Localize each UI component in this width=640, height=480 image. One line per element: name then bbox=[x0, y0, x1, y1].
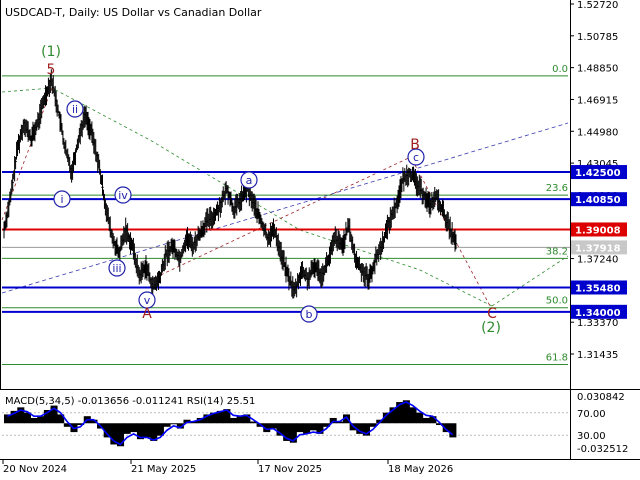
wave-label-i: i bbox=[60, 193, 63, 206]
fib-level-label: 38.2 bbox=[546, 246, 568, 257]
wave-label-1: (1) bbox=[41, 44, 61, 60]
y-tick-label: 1.37240 bbox=[577, 255, 618, 266]
wave-label-5: 5 bbox=[47, 62, 56, 78]
macd-bar bbox=[296, 423, 304, 433]
macd-bar bbox=[449, 423, 457, 438]
x-tick-label: 17 Nov 2025 bbox=[258, 464, 322, 475]
macd-bar bbox=[163, 423, 171, 427]
wave-label-b: b bbox=[306, 308, 313, 321]
y-tick-label: 1.46915 bbox=[577, 95, 618, 106]
price-level-value: 1.37918 bbox=[575, 243, 621, 254]
indicator-tick-label: -0.032512 bbox=[577, 444, 628, 455]
x-tick-label: 20 Nov 2024 bbox=[3, 464, 67, 475]
y-tick-label: 1.33370 bbox=[577, 318, 618, 329]
macd-bar bbox=[37, 416, 45, 424]
macd-bar bbox=[409, 407, 417, 424]
indicator-tick-label: 0.030842 bbox=[577, 392, 625, 403]
macd-bar bbox=[230, 417, 238, 424]
price-level-value: 1.34000 bbox=[575, 308, 621, 319]
macd-bar bbox=[130, 423, 138, 433]
macd-bar bbox=[416, 412, 424, 424]
wave-label-2: (2) bbox=[481, 320, 501, 336]
price-level-value: 1.35480 bbox=[575, 283, 621, 294]
macd-bar bbox=[422, 417, 430, 424]
indicator-tick-label: 70.00 bbox=[577, 409, 606, 420]
macd-bar bbox=[123, 423, 131, 434]
wave-label-A: A bbox=[142, 306, 152, 322]
x-tick-label: 18 May 2026 bbox=[388, 464, 453, 475]
price-level-value: 1.42500 bbox=[575, 168, 621, 179]
fib-level-label: 61.8 bbox=[546, 352, 568, 363]
fib-level-label: 0.0 bbox=[552, 64, 568, 75]
y-tick-label: 1.31435 bbox=[577, 350, 618, 361]
macd-bar bbox=[236, 416, 244, 424]
usdcad-chart[interactable]: 0.023.638.250.061.8 (1)5iii iviiivAabcBC(… bbox=[0, 0, 640, 480]
price-level-value: 1.40850 bbox=[575, 195, 621, 206]
wave-label-B: B bbox=[410, 137, 420, 153]
wave-label-iii: iii bbox=[112, 262, 121, 275]
indicator-label: MACD(5,34,5) -0.013656 -0.011241 RSI(14)… bbox=[5, 396, 255, 407]
wave-label-iv: iv bbox=[118, 189, 128, 202]
y-tick-label: 1.52720 bbox=[577, 0, 618, 11]
chart-background bbox=[0, 0, 640, 480]
fib-level-label: 23.6 bbox=[546, 183, 568, 194]
fib-level-label: 50.0 bbox=[546, 296, 568, 307]
macd-bar bbox=[170, 423, 178, 425]
y-tick-label: 1.48850 bbox=[577, 64, 618, 75]
wave-label-ii: ii bbox=[72, 103, 78, 116]
macd-bar bbox=[303, 423, 311, 434]
macd-bar bbox=[329, 417, 337, 424]
price-level-value: 1.39008 bbox=[575, 225, 621, 236]
macd-bar bbox=[30, 417, 38, 424]
x-tick-label: 21 May 2025 bbox=[131, 464, 196, 475]
y-tick-label: 1.44980 bbox=[577, 127, 618, 138]
chart-title: USDCAD-T, Daily: US Dollar vs Canadian D… bbox=[5, 6, 262, 19]
y-tick-label: 1.50785 bbox=[577, 32, 618, 43]
wave-label-a: a bbox=[246, 174, 253, 187]
indicator-tick-label: 30.00 bbox=[577, 431, 606, 442]
macd-bar bbox=[269, 423, 277, 429]
macd-bar bbox=[309, 423, 317, 431]
macd-bar bbox=[143, 423, 151, 438]
